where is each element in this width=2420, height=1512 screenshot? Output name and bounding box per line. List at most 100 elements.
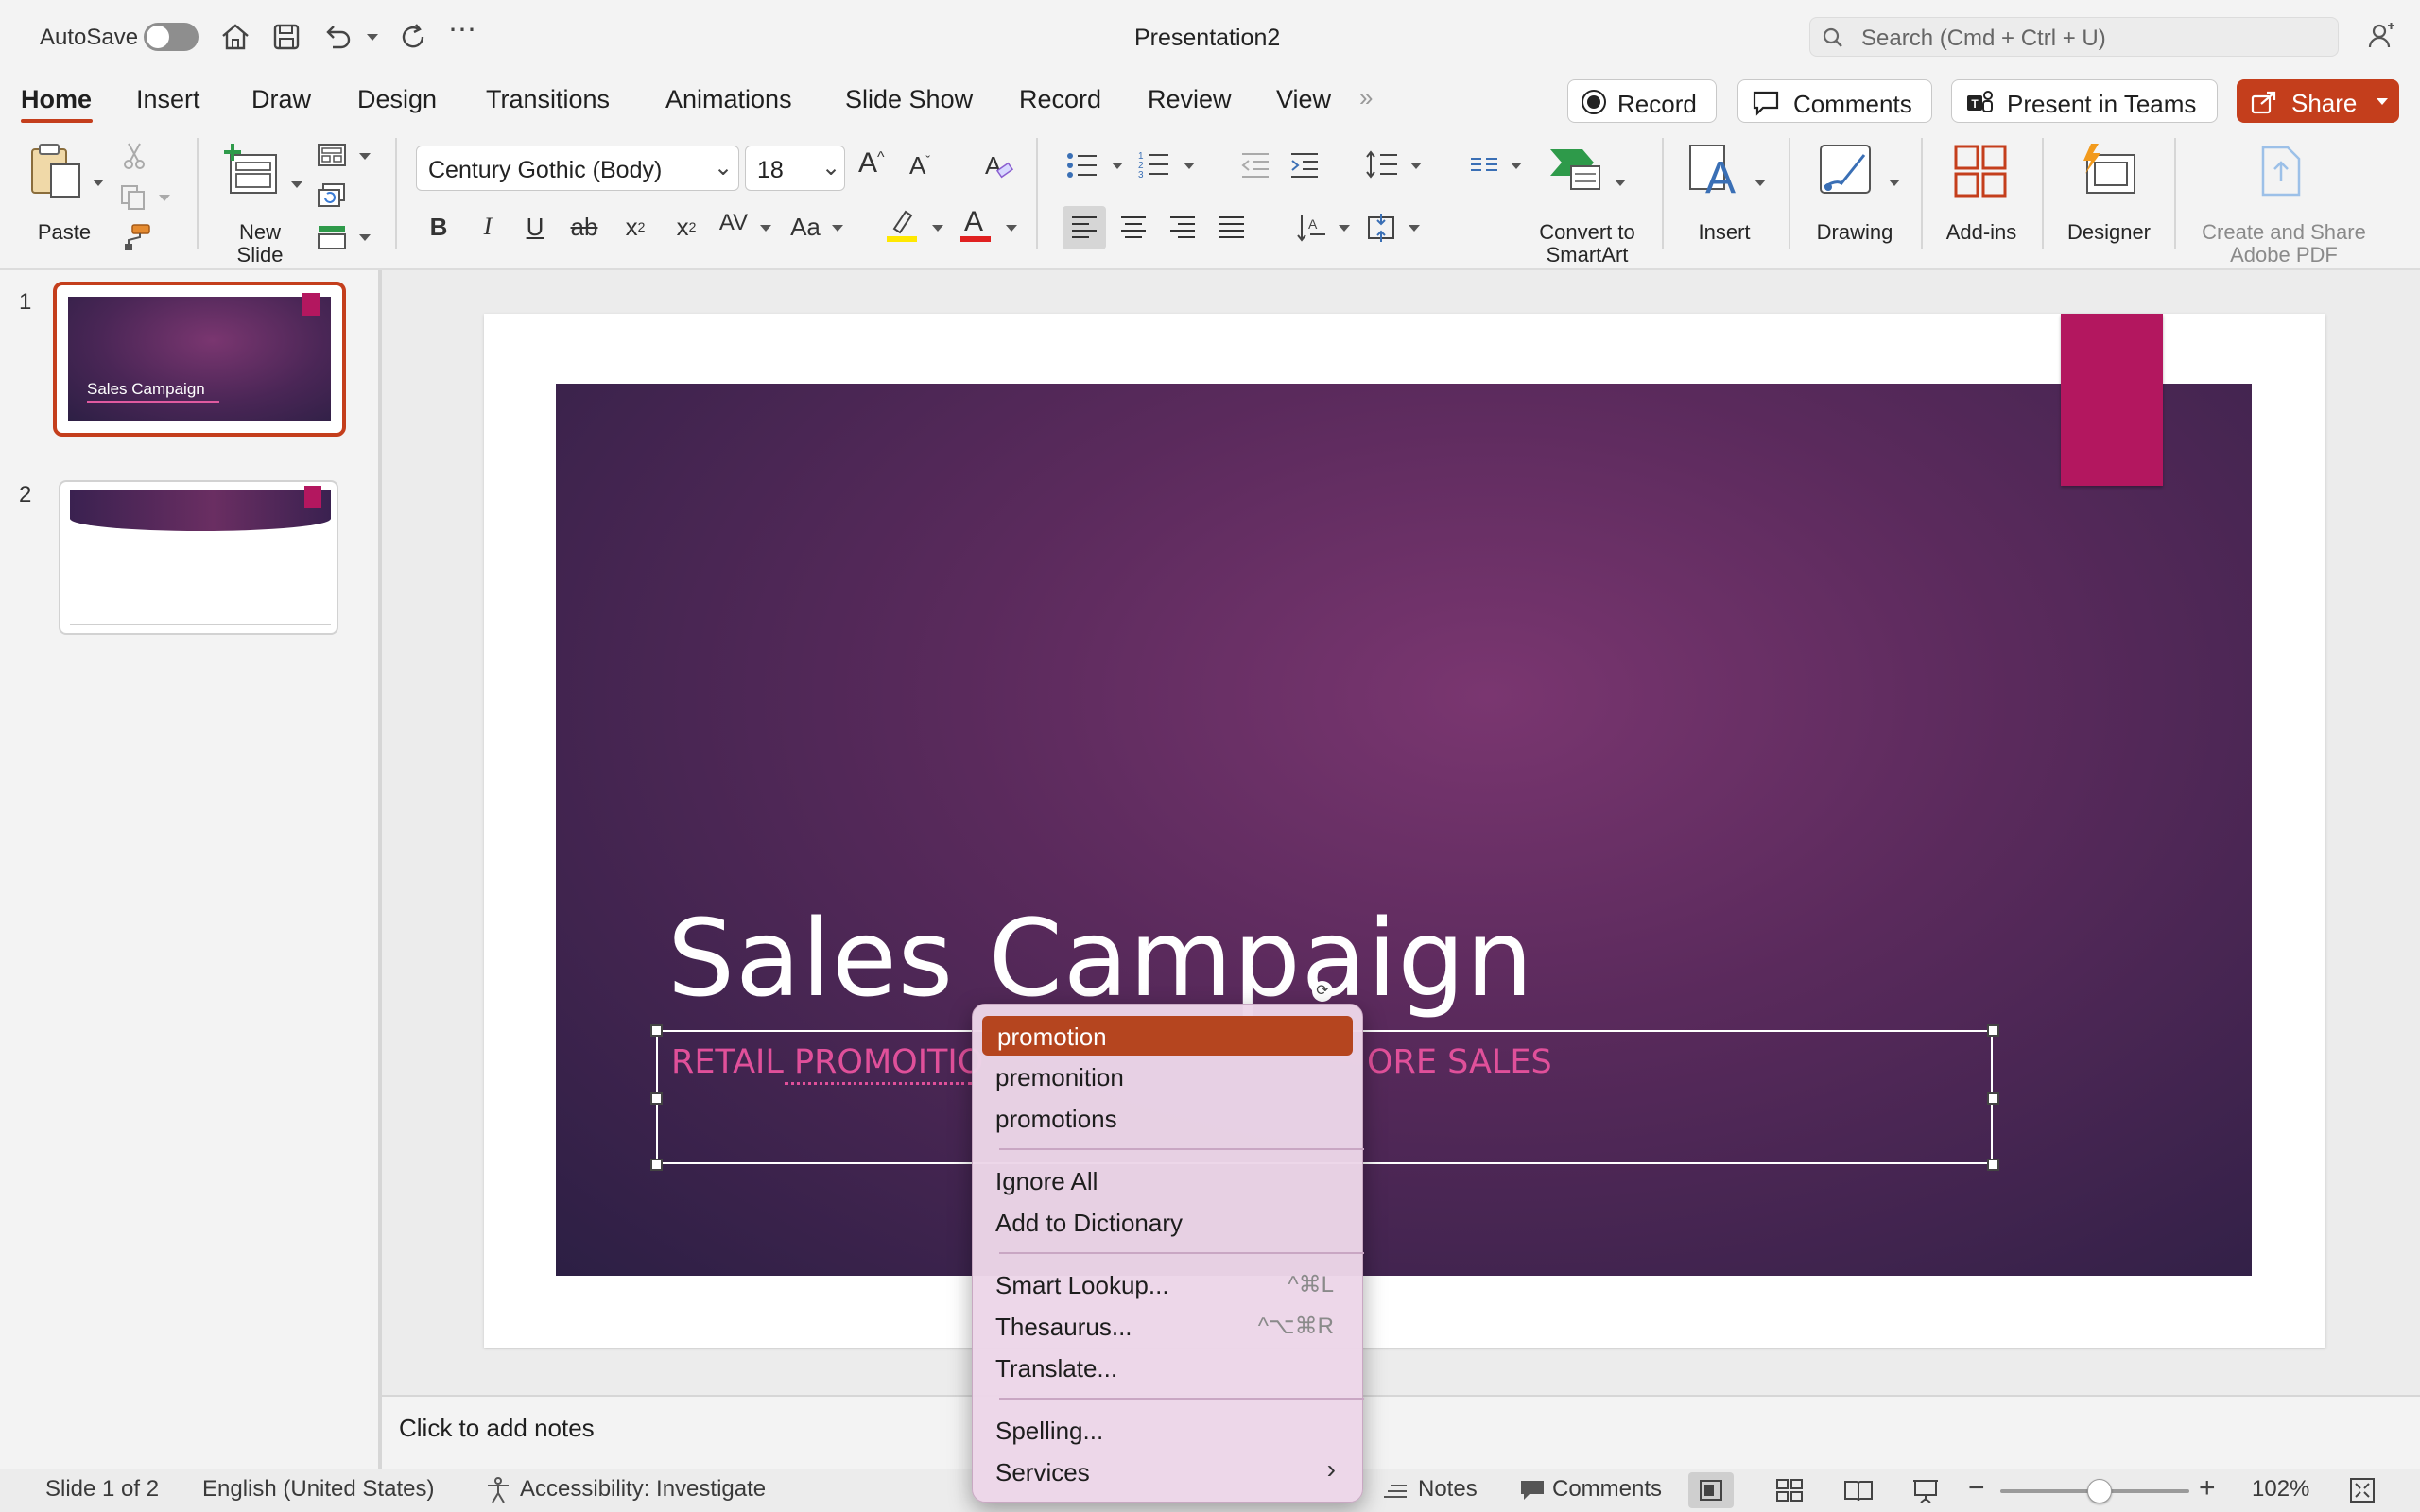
justify-icon[interactable] — [1218, 215, 1246, 241]
increase-indent-icon[interactable] — [1289, 151, 1320, 180]
text-direction-dropdown-icon[interactable] — [1339, 225, 1350, 232]
character-spacing-icon[interactable]: AV — [715, 204, 752, 242]
resize-handle[interactable] — [1987, 1024, 1999, 1037]
account-icon[interactable] — [2367, 21, 2397, 51]
slide-accent-bookmark[interactable] — [2061, 314, 2163, 486]
font-color-dropdown-icon[interactable] — [1006, 225, 1017, 232]
menu-item-smart-lookup[interactable]: Smart Lookup... — [995, 1271, 1169, 1300]
underline-icon[interactable]: U — [516, 208, 554, 246]
undo-icon[interactable] — [321, 21, 354, 53]
italic-icon[interactable]: I — [469, 208, 507, 246]
cut-icon[interactable] — [121, 142, 147, 170]
tab-view[interactable]: View — [1276, 85, 1331, 114]
add-ins-button[interactable]: Add-ins — [1938, 142, 2025, 246]
share-button[interactable]: Share — [2237, 79, 2399, 123]
copy-icon[interactable] — [119, 183, 147, 212]
drawing-button[interactable]: Drawing — [1806, 142, 1904, 246]
align-text-dropdown-icon[interactable] — [1409, 225, 1420, 232]
record-button[interactable]: Record — [1567, 79, 1717, 123]
bullets-icon[interactable] — [1066, 151, 1098, 180]
new-slide-dropdown-icon[interactable] — [291, 181, 302, 188]
drawing-dropdown-icon[interactable] — [1889, 180, 1900, 186]
layout-dropdown-icon[interactable] — [359, 153, 371, 160]
strikethrough-icon[interactable]: ab — [565, 208, 603, 246]
comments-button[interactable]: Comments — [1737, 79, 1932, 123]
align-right-icon[interactable] — [1168, 215, 1197, 241]
reading-view-icon[interactable] — [1843, 1478, 1874, 1503]
smartart-dropdown-icon[interactable] — [1615, 180, 1626, 186]
rotate-handle-icon[interactable]: ⟳ — [1312, 981, 1333, 1002]
resize-handle[interactable] — [650, 1159, 663, 1171]
notes-toggle[interactable]: Notes — [1418, 1476, 1478, 1503]
zoom-slider-thumb[interactable] — [2087, 1479, 2112, 1503]
font-name-select[interactable]: Century Gothic (Body) ⌄ — [416, 146, 739, 191]
change-case-dropdown-icon[interactable] — [832, 225, 843, 232]
menu-item-translate[interactable]: Translate... — [995, 1354, 1117, 1383]
menu-item-services[interactable]: Services — [995, 1458, 1090, 1487]
align-center-icon[interactable] — [1119, 215, 1148, 241]
insert-button[interactable]: A Insert — [1679, 142, 1770, 246]
paste-dropdown-icon[interactable] — [93, 180, 104, 186]
align-left-icon[interactable] — [1063, 206, 1106, 249]
change-case-icon[interactable]: Aa — [786, 208, 824, 246]
bullets-dropdown-icon[interactable] — [1112, 163, 1123, 169]
columns-icon[interactable] — [1469, 151, 1499, 178]
text-direction-icon[interactable]: A — [1295, 212, 1327, 244]
comments-toggle[interactable]: Comments — [1552, 1476, 1662, 1503]
present-in-teams-button[interactable]: T Present in Teams — [1951, 79, 2218, 123]
highlight-icon[interactable] — [885, 206, 919, 244]
language[interactable]: English (United States) — [202, 1476, 434, 1503]
tab-animations[interactable]: Animations — [666, 85, 792, 114]
create-share-adobe-pdf-button[interactable]: Create and Share Adobe PDF — [2191, 142, 2377, 266]
undo-dropdown-icon[interactable] — [367, 34, 378, 41]
redo-icon[interactable] — [397, 21, 429, 53]
fit-to-window-icon[interactable] — [2348, 1476, 2377, 1504]
decrease-font-size-icon[interactable]: Aˇ — [909, 151, 930, 180]
resize-handle[interactable] — [1987, 1159, 1999, 1171]
format-painter-icon[interactable] — [121, 223, 151, 251]
reset-slide-icon[interactable] — [316, 181, 348, 208]
menu-item-ignore-all[interactable]: Ignore All — [995, 1167, 1098, 1196]
designer-button[interactable]: Designer — [2057, 142, 2161, 246]
menu-item-spelling[interactable]: Spelling... — [995, 1417, 1103, 1446]
tab-design[interactable]: Design — [357, 85, 437, 114]
superscript-icon[interactable]: x2 — [616, 208, 654, 246]
section-dropdown-icon[interactable] — [359, 234, 371, 241]
columns-dropdown-icon[interactable] — [1511, 163, 1522, 169]
more-options-icon[interactable]: ⋯ — [448, 13, 476, 46]
insert-dropdown-icon[interactable] — [1754, 180, 1766, 186]
autosave-toggle[interactable] — [144, 23, 199, 51]
convert-to-smartart-button[interactable]: Convert to SmartArt — [1526, 142, 1649, 266]
resize-handle[interactable] — [650, 1024, 663, 1037]
zoom-in-icon[interactable]: + — [2199, 1472, 2216, 1504]
decrease-indent-icon[interactable] — [1240, 151, 1270, 180]
zoom-level[interactable]: 102% — [2252, 1476, 2309, 1503]
tab-review[interactable]: Review — [1148, 85, 1232, 114]
line-spacing-dropdown-icon[interactable] — [1410, 163, 1422, 169]
menu-item-suggestion-1[interactable]: promotion — [982, 1016, 1353, 1056]
character-spacing-dropdown-icon[interactable] — [760, 225, 771, 232]
copy-dropdown-icon[interactable] — [159, 195, 170, 201]
menu-item-suggestion-2[interactable]: premonition — [995, 1063, 1124, 1092]
font-size-select[interactable]: 18 ⌄ — [745, 146, 845, 191]
tab-home[interactable]: Home — [21, 85, 92, 114]
menu-item-add-to-dictionary[interactable]: Add to Dictionary — [995, 1209, 1183, 1238]
resize-handle[interactable] — [1987, 1092, 1999, 1105]
font-color-icon[interactable]: A — [959, 204, 993, 244]
subscript-icon[interactable]: x2 — [667, 208, 705, 246]
tab-insert[interactable]: Insert — [136, 85, 200, 114]
bold-icon[interactable]: B — [420, 208, 458, 246]
paste-button[interactable]: Paste — [23, 142, 104, 246]
new-slide-button[interactable]: New Slide — [217, 142, 302, 266]
align-text-icon[interactable] — [1365, 212, 1397, 244]
section-icon[interactable] — [316, 223, 348, 251]
numbering-dropdown-icon[interactable] — [1184, 163, 1195, 169]
slide-sorter-icon[interactable] — [1775, 1478, 1804, 1503]
slide-title[interactable]: Sales Campaign — [667, 898, 1534, 1021]
highlight-dropdown-icon[interactable] — [932, 225, 943, 232]
save-icon[interactable] — [270, 21, 302, 53]
zoom-out-icon[interactable]: − — [1968, 1472, 1985, 1504]
search-box[interactable]: Search (Cmd + Ctrl + U) — [1809, 17, 2339, 57]
resize-handle[interactable] — [650, 1092, 663, 1105]
more-tabs-icon[interactable]: » — [1359, 83, 1373, 112]
